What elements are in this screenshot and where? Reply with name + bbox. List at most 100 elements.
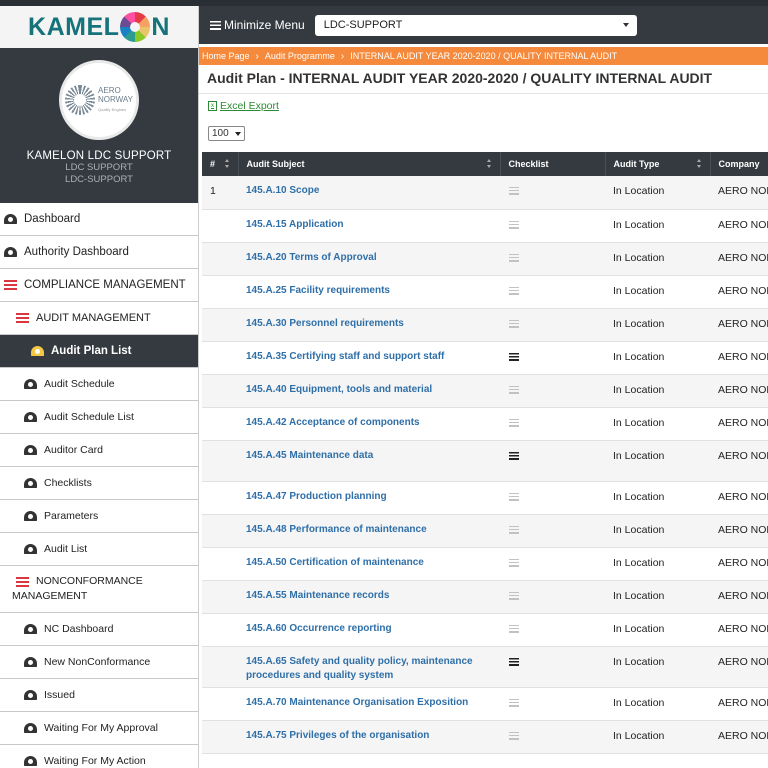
sidebar-item-auditor-card[interactable]: Auditor Card [0, 434, 198, 467]
logo-text-left: KAMEL [28, 12, 120, 41]
checklist-icon[interactable] [509, 731, 519, 740]
checklist-icon[interactable] [509, 698, 519, 707]
audit-subject-link[interactable]: 145.A.50 Certification of maintenance [246, 557, 424, 568]
sidebar-item-nc-dashboard[interactable]: NC Dashboard [0, 613, 198, 646]
breadcrumb-audit-programme[interactable]: Audit Programme [265, 51, 335, 61]
audit-type-cell: In Location [605, 646, 710, 688]
table-row: 145.A.60 Occurrence reporting In Location… [202, 613, 768, 647]
audit-subject-cell: 145.A.70 Maintenance Organisation Exposi… [238, 687, 500, 721]
audit-subject-link[interactable]: 145.A.48 Performance of maintenance [246, 524, 427, 535]
table-row: 145.A.20 Terms of Approval In Location AER… [202, 242, 768, 276]
checklist-icon[interactable] [509, 558, 519, 567]
checklist-icon[interactable] [509, 418, 519, 427]
minimize-menu-button[interactable]: Minimize Menu [210, 18, 305, 32]
breadcrumb-home[interactable]: Home Page [202, 51, 250, 61]
sort-icon [224, 159, 230, 169]
avatar[interactable]: AERO NORWAY Quality Engines [59, 60, 139, 140]
organization-select[interactable]: LDC-SUPPORT [314, 14, 637, 36]
audit-subject-link[interactable]: 145.A.10 Scope [246, 185, 319, 196]
audit-subject-link[interactable]: 145.A.75 Privileges of the organisation [246, 730, 429, 741]
checklist-icon[interactable] [509, 319, 519, 328]
checklist-icon[interactable] [509, 286, 519, 295]
audit-type-cell: In Location [605, 547, 710, 581]
audit-subject-cell: 145.A.75 Privileges of the organisation [238, 720, 500, 754]
profile-line2: LDC-SUPPORT [65, 174, 133, 185]
row-number [202, 341, 238, 375]
sidebar-item-audit-plan-list[interactable]: Audit Plan List [0, 335, 198, 368]
audit-subject-code: 145.A.20 [246, 251, 287, 263]
sidebar-item-audit-schedule[interactable]: Audit Schedule [0, 368, 198, 401]
audit-subject-link[interactable]: 145.A.55 Maintenance records [246, 590, 389, 601]
audit-subject-link[interactable]: 145.A.40 Equipment, tools and material [246, 384, 432, 395]
audit-subject-link[interactable]: 145.A.42 Acceptance of components [246, 417, 420, 428]
audit-subject-link[interactable]: 145.A.25 Facility requirements [246, 285, 390, 296]
audit-subject-code: 145.A.15 [246, 218, 287, 230]
sidebar-item-waiting-for-my-action[interactable]: Waiting For My Action [0, 745, 198, 768]
sidebar-item-checklists[interactable]: Checklists [0, 467, 198, 500]
audit-subject-link[interactable]: 145.A.35 Certifying staff and support st… [246, 351, 444, 362]
kamelon-logo[interactable]: KAMEL N [28, 12, 170, 42]
sidebar-item-dashboard[interactable]: Dashboard [0, 203, 198, 236]
checklist-icon[interactable] [509, 624, 519, 633]
column-header-audit-subject[interactable]: Audit Subject [238, 152, 501, 176]
sidebar-item-authority-dashboard[interactable]: Authority Dashboard [0, 236, 198, 269]
audit-subject-code: 145.A.30 [246, 317, 287, 329]
dashboard-icon [31, 346, 44, 356]
audit-subject-cell: 145.A.15 Application [238, 209, 500, 243]
audit-subject-code: 145.A.35 [246, 350, 287, 362]
table-row: 145.A.15 Application In LocationAERO NORW… [202, 209, 768, 243]
row-number [202, 209, 238, 243]
excel-export-link[interactable]: x Excel Export [208, 100, 279, 112]
sidebar-item-nonconformance-management[interactable]: NONCONFORMANCE MANAGEMENT [0, 566, 198, 613]
audit-subject-link[interactable]: 145.A.70 Maintenance Organisation Exposi… [246, 697, 468, 708]
profile-line1: LDC SUPPORT [65, 162, 133, 173]
checklist-icon[interactable] [509, 187, 519, 195]
table-row: 145.A.48 Performance of maintenance In Lo… [202, 514, 768, 548]
checklist-icon[interactable] [509, 657, 519, 666]
dashboard-icon [24, 624, 37, 634]
sidebar-item-new-nonconformance[interactable]: New NonConformance [0, 646, 198, 679]
checklist-cell [500, 341, 605, 375]
table-row: 145.A.42 Acceptance of components In Loca… [202, 407, 768, 441]
sun-logo-icon [65, 85, 96, 115]
sidebar-item-audit-list[interactable]: Audit List [0, 533, 198, 566]
checklist-icon[interactable] [509, 352, 519, 361]
logo-text-right: N [151, 12, 170, 41]
audit-subject-title: Facility requirements [289, 284, 390, 296]
column-header-number[interactable]: # [202, 152, 239, 176]
audit-subject-cell: 145.A.30 Personnel requirements [238, 308, 500, 342]
audit-subject-link[interactable]: 145.A.15 Application [246, 219, 343, 230]
column-header-label: Company [718, 159, 760, 169]
audit-subject-title: Maintenance Organisation Exposition [289, 696, 469, 708]
checklist-icon[interactable] [509, 492, 519, 501]
excel-export-label: Excel Export [220, 100, 279, 112]
checklist-icon[interactable] [509, 385, 519, 394]
sidebar-item-waiting-for-my-approval[interactable]: Waiting For My Approval [0, 712, 198, 745]
audit-subject-link[interactable]: 145.A.45 Maintenance data [246, 450, 373, 461]
sidebar-item-audit-management[interactable]: AUDIT MANAGEMENT [0, 302, 198, 335]
audit-subject-link[interactable]: 145.A.65 Safety and quality policy, main… [246, 656, 473, 681]
audit-subject-link[interactable]: 145.A.60 Occurrence reporting [246, 623, 392, 634]
sort-icon [696, 159, 702, 169]
checklist-icon[interactable] [509, 451, 519, 460]
audit-subject-link[interactable]: 145.A.30 Personnel requirements [246, 318, 404, 329]
sidebar-item-parameters[interactable]: Parameters [0, 500, 198, 533]
table-row: 145.A.50 Certification of maintenance In … [202, 547, 768, 581]
column-header-company[interactable]: Company [710, 152, 768, 176]
audit-type-cell: In Location [605, 481, 710, 515]
checklist-icon[interactable] [509, 253, 519, 262]
checklist-icon[interactable] [509, 220, 519, 229]
sidebar-item-issued[interactable]: Issued [0, 679, 198, 712]
checklist-icon[interactable] [509, 525, 519, 534]
dashboard-icon [24, 690, 37, 700]
column-header-audit-type[interactable]: Audit Type [605, 152, 711, 176]
chevron-down-icon [622, 23, 629, 27]
audit-subject-link[interactable]: 145.A.20 Terms of Approval [246, 252, 377, 263]
page-size-select[interactable]: 100 [208, 126, 245, 141]
checklist-icon[interactable] [509, 591, 519, 600]
audit-subject-code: 145.A.55 [246, 589, 287, 601]
sidebar-item-label: Auditor Card [44, 444, 103, 456]
sidebar-item-audit-schedule-list[interactable]: Audit Schedule List [0, 401, 198, 434]
audit-subject-link[interactable]: 145.A.47 Production planning [246, 491, 387, 502]
sidebar-item-compliance-management[interactable]: COMPLIANCE MANAGEMENT [0, 269, 198, 302]
